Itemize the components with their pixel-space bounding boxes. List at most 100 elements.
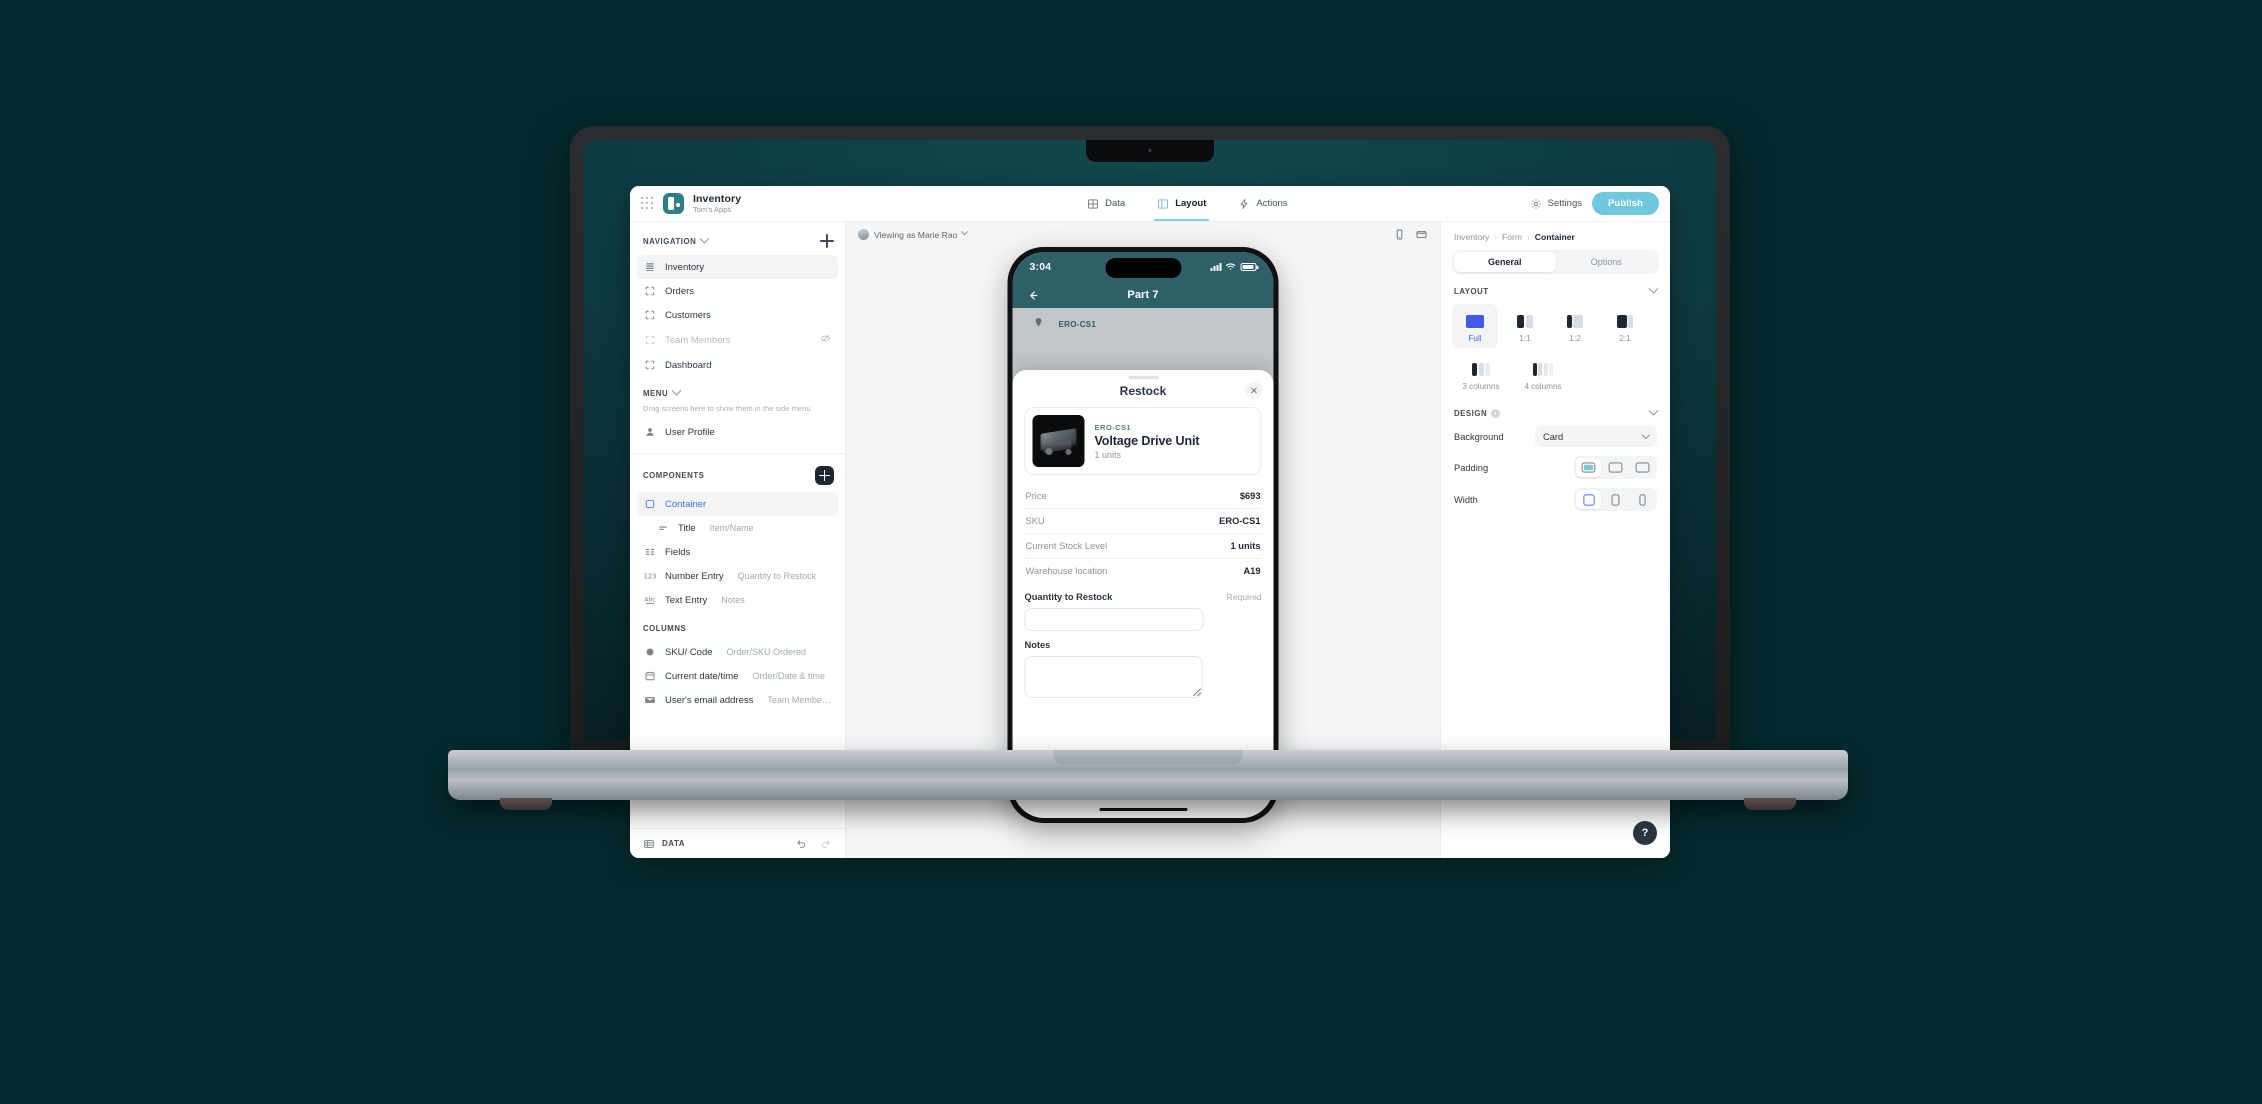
home-indicator	[1099, 807, 1187, 811]
layout-option-1-1[interactable]: 1:1	[1502, 304, 1548, 348]
screen-icon	[644, 309, 656, 321]
tab-general[interactable]: General	[1454, 252, 1556, 272]
padding-property-row: Padding	[1454, 456, 1657, 479]
detail-row-warehouse-location: Warehouse location A19	[1025, 559, 1262, 583]
screen-icon	[644, 334, 656, 346]
help-button[interactable]: ?	[1633, 821, 1657, 845]
sidebar-item-customers[interactable]: Customers	[637, 303, 838, 327]
sidebar-item-number-entry[interactable]: 123 Number Entry Quantity to Restock	[637, 564, 838, 588]
notes-input[interactable]	[1024, 656, 1203, 698]
number-icon: 123	[644, 570, 656, 582]
sidebar-item-title[interactable]: Title Item/Name	[637, 516, 838, 540]
detail-key: Current Stock Level	[1025, 541, 1108, 551]
add-screen-button[interactable]	[820, 234, 834, 248]
sidebar-item-team-members[interactable]: Team Members	[637, 327, 838, 353]
tab-layout[interactable]: Layout	[1154, 186, 1210, 221]
breadcrumb-item-form[interactable]: Form	[1502, 232, 1522, 242]
padding-option-medium[interactable]	[1603, 458, 1628, 477]
laptop-base	[448, 750, 1848, 810]
location-pin-icon	[1035, 318, 1043, 331]
tablet-device-icon[interactable]	[1415, 228, 1428, 241]
chevron-down-icon[interactable]	[1648, 283, 1659, 294]
navigation-section-header: NAVIGATION	[630, 222, 845, 255]
detail-value: A19	[1243, 566, 1261, 576]
padding-option-large[interactable]	[1630, 458, 1655, 477]
layout-option-label: 3 columns	[1462, 382, 1500, 391]
chevron-down-icon	[699, 233, 710, 244]
width-option-narrow[interactable]	[1630, 490, 1655, 509]
sidebar-item-label: Dashboard	[665, 359, 712, 371]
sidebar-item-inventory[interactable]: Inventory	[637, 255, 838, 279]
sidebar-item-user-email[interactable]: User's email address Team Member/...	[637, 688, 838, 712]
status-time: 3:04	[1029, 261, 1052, 273]
viewing-as-label: Viewing as Marie Rao	[874, 229, 958, 240]
chevron-down-icon[interactable]	[1648, 405, 1659, 416]
breadcrumb-item-container: Container	[1534, 232, 1575, 242]
sidebar-item-orders[interactable]: Orders	[637, 279, 838, 303]
close-icon[interactable]	[1245, 382, 1263, 399]
navigation-title-group[interactable]: NAVIGATION	[643, 233, 710, 246]
design-section-title: DESIGN	[1454, 409, 1488, 418]
layout-option-3-columns[interactable]: 3 columns	[1452, 352, 1510, 396]
viewing-as-selector[interactable]: Viewing as Marie Rao	[858, 228, 969, 240]
back-arrow-icon[interactable]	[1027, 289, 1040, 302]
sidebar-item-sku-code[interactable]: SKU/ Code Order/SKU Ordered	[637, 640, 838, 664]
info-icon[interactable]: i	[1491, 409, 1501, 418]
redo-icon[interactable]	[820, 838, 832, 850]
apps-grid-icon[interactable]	[641, 197, 654, 210]
width-option-group	[1574, 488, 1657, 511]
width-option-medium[interactable]	[1603, 490, 1628, 509]
breadcrumb-item-inventory[interactable]: Inventory	[1454, 232, 1489, 242]
laptop-foot-right	[1744, 798, 1796, 810]
detail-key: SKU	[1025, 516, 1045, 526]
settings-button[interactable]: Settings	[1530, 198, 1582, 210]
battery-icon	[1240, 263, 1259, 271]
sidebar-item-user-profile[interactable]: User Profile	[637, 420, 838, 444]
phone-device-preview: 3:04 Part 7 ERO-CS1 Restock ERO-CS1 Volt…	[1007, 247, 1279, 823]
layout-option-2-1[interactable]: 2:1	[1602, 304, 1648, 348]
detail-row-current-stock-level: Current Stock Level 1 units	[1024, 534, 1262, 559]
laptop-camera-notch	[1086, 140, 1214, 162]
background-select[interactable]: Card	[1535, 426, 1657, 447]
publish-button[interactable]: Publish	[1591, 192, 1659, 215]
layout-option-label: 1:2	[1569, 334, 1581, 343]
hidden-eye-icon[interactable]	[820, 333, 831, 347]
padding-option-group	[1574, 456, 1657, 479]
layout-option-4-columns[interactable]: 4 columns	[1514, 352, 1572, 396]
wifi-icon	[1225, 258, 1237, 276]
add-component-button[interactable]	[815, 466, 834, 485]
layout-options-grid: Full 1:1 1:2 2:1 3 columns 4 columns	[1441, 304, 1670, 396]
data-button[interactable]: DATA	[643, 838, 685, 850]
tab-data[interactable]: Data	[1084, 186, 1128, 221]
text-entry-icon: Abc	[644, 594, 656, 606]
sidebar-item-text-entry[interactable]: Abc Text Entry Notes	[637, 588, 838, 612]
layout-option-1-2[interactable]: 1:2	[1552, 304, 1598, 348]
phone-background-page: ERO-CS1 Restock ERO-CS1 Voltage Drive Un…	[1012, 308, 1274, 818]
menu-title-group[interactable]: MENU	[643, 385, 682, 398]
detail-value: ERO-CS1	[1219, 516, 1261, 526]
sidebar-item-dashboard[interactable]: Dashboard	[637, 353, 838, 377]
layout-1-1-icon	[1502, 312, 1548, 330]
undo-icon[interactable]	[795, 838, 807, 850]
tab-actions[interactable]: Actions	[1235, 186, 1290, 221]
device-toggle-group	[1393, 228, 1428, 241]
sidebar-item-container[interactable]: Container	[637, 492, 838, 516]
laptop-mockup: Inventory Tom's Apps Data Layout Actions	[0, 0, 2262, 1104]
chevron-down-icon	[961, 228, 969, 236]
breadcrumb: Inventory › Form › Container	[1441, 222, 1670, 250]
sidebar-item-current-datetime[interactable]: Current date/time Order/Date & time	[637, 664, 838, 688]
container-icon	[644, 498, 656, 510]
tab-options[interactable]: Options	[1556, 252, 1658, 272]
phone-device-icon[interactable]	[1393, 228, 1406, 241]
sidebar-item-fields[interactable]: Fields	[637, 540, 838, 564]
layout-option-label: 4 columns	[1524, 382, 1562, 391]
width-option-full[interactable]	[1576, 490, 1601, 509]
field-header: Quantity to Restock Required	[1025, 592, 1262, 602]
width-property-row: Width	[1454, 488, 1657, 511]
quantity-to-restock-input[interactable]	[1024, 608, 1204, 631]
detail-row-price: Price $693	[1024, 484, 1262, 509]
cellular-signal-icon	[1210, 263, 1222, 271]
padding-option-small[interactable]	[1576, 458, 1601, 477]
layout-option-full[interactable]: Full	[1452, 304, 1498, 348]
sidebar-item-label: Orders	[665, 285, 695, 297]
